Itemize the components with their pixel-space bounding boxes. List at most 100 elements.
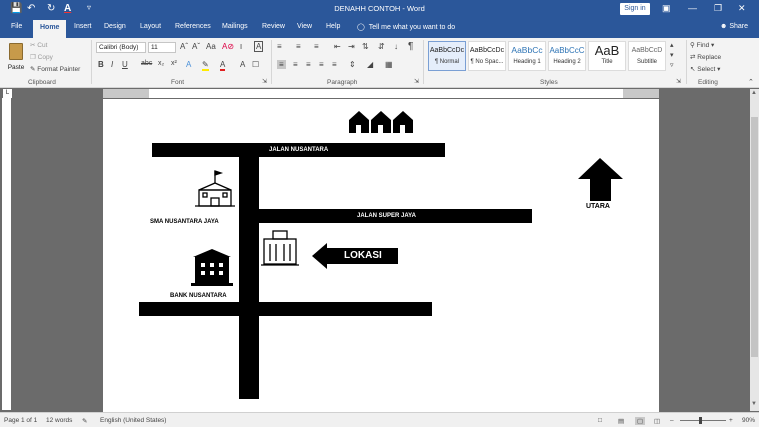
read-mode-icon[interactable]: ▤ <box>618 417 624 425</box>
collapse-ribbon-icon[interactable]: ⌃ <box>748 78 754 86</box>
style-normal[interactable]: AaBbCcDc ¶ Normal <box>428 41 466 71</box>
separator <box>686 40 687 84</box>
show-formatting-marks-icon[interactable]: ¶ <box>408 41 413 52</box>
ribbon-display-options-icon[interactable]: ▣ <box>662 3 671 14</box>
borders-icon[interactable]: ▦ <box>385 60 393 69</box>
align-left-icon[interactable]: ≡ <box>277 60 286 69</box>
zoom-in-button[interactable]: + <box>729 417 733 424</box>
horizontal-ruler[interactable] <box>103 89 659 98</box>
character-border-icon[interactable]: ☐ <box>252 60 259 69</box>
page-count[interactable]: Page 1 of 1 <box>4 417 37 424</box>
sign-in-button[interactable]: Sign in <box>620 3 650 15</box>
tab-selector-icon[interactable]: L <box>3 89 12 98</box>
decrease-indent-icon[interactable]: ⇤ <box>334 42 341 51</box>
increase-indent-icon[interactable]: ⇥ <box>348 42 355 51</box>
tab-review[interactable]: Review <box>262 23 285 30</box>
superscript-icon[interactable]: x² <box>171 60 177 67</box>
align-right-icon[interactable]: ≡ <box>306 60 311 69</box>
styles-scroll-up-icon[interactable]: ▴ <box>670 41 674 49</box>
paragraph-dialog-launcher-icon[interactable]: ⇲ <box>414 78 419 85</box>
chinese-layout-icon[interactable]: ⇅ <box>362 42 369 51</box>
sort-az-icon[interactable]: ↓ <box>394 42 398 51</box>
government-building-icon <box>261 230 299 266</box>
styles-scroll-down-icon[interactable]: ▾ <box>670 51 674 59</box>
enclose-characters-icon[interactable]: A <box>254 41 264 52</box>
tab-references[interactable]: References <box>175 23 211 30</box>
separator <box>91 40 92 84</box>
tab-home[interactable]: Home <box>33 20 67 38</box>
tab-insert[interactable]: Insert <box>74 23 92 30</box>
web-layout-icon[interactable]: ◫ <box>654 417 660 425</box>
styles-dialog-launcher-icon[interactable]: ⇲ <box>676 78 681 85</box>
zoom-out-button[interactable]: – <box>670 417 674 424</box>
road-label-super-jaya: JALAN SUPER JAYA <box>357 213 416 219</box>
language[interactable]: English (United States) <box>100 417 166 424</box>
cursor-icon: ↖ <box>690 66 696 73</box>
underline-icon[interactable]: U <box>122 60 128 69</box>
zoom-slider[interactable] <box>680 417 726 424</box>
font-dialog-launcher-icon[interactable]: ⇲ <box>262 78 267 85</box>
cut-button[interactable]: ✂ Cut <box>30 41 47 49</box>
share-button[interactable]: ☻ Share <box>720 23 748 30</box>
line-spacing-icon[interactable]: ⇕ <box>349 60 356 69</box>
numbering-icon[interactable]: ≡ <box>296 42 301 51</box>
replace-button[interactable]: ⇄ Replace <box>690 53 721 61</box>
tab-file[interactable]: File <box>11 23 22 30</box>
tab-design[interactable]: Design <box>104 23 126 30</box>
shrink-font-icon[interactable]: Aˇ <box>192 42 200 51</box>
scroll-down-icon[interactable]: ▼ <box>751 401 757 407</box>
format-painter-button[interactable]: ✎ Format Painter <box>30 65 80 73</box>
close-icon[interactable]: ✕ <box>738 3 746 14</box>
zoom-slider-thumb[interactable] <box>699 417 702 424</box>
scroll-thumb[interactable] <box>751 117 758 357</box>
restore-icon[interactable]: ❐ <box>714 3 722 14</box>
font-name-select[interactable]: Calibri (Body) <box>96 42 146 53</box>
vertical-ruler[interactable] <box>2 98 11 410</box>
scroll-up-icon[interactable]: ▲ <box>751 90 757 96</box>
tab-layout[interactable]: Layout <box>140 23 161 30</box>
select-button[interactable]: ↖ Select ▾ <box>690 65 720 73</box>
change-case-icon[interactable]: Aa <box>206 42 216 51</box>
align-center-icon[interactable]: ≡ <box>293 60 298 69</box>
italic-icon[interactable]: I <box>111 60 113 69</box>
document-page[interactable]: JALAN NUSANTARA JALAN SUPER JAYA SMA NUS… <box>103 99 659 412</box>
tab-view[interactable]: View <box>297 23 312 30</box>
clear-formatting-icon[interactable]: A⊘ <box>222 42 234 51</box>
copy-label: Copy <box>37 54 53 61</box>
font-size-select[interactable]: 11 <box>148 42 176 53</box>
print-layout-icon[interactable]: ▢ <box>635 417 646 425</box>
multilevel-list-icon[interactable]: ≡ <box>314 42 319 51</box>
distributed-icon[interactable]: ≡ <box>332 60 337 69</box>
style-subtitle[interactable]: AaBbCcD Subtitle <box>628 41 666 71</box>
tab-mailings[interactable]: Mailings <box>222 23 248 30</box>
subscript-icon[interactable]: x₂ <box>158 60 164 67</box>
paste-button[interactable]: Paste <box>6 42 26 76</box>
grow-font-icon[interactable]: Aˆ <box>180 42 188 51</box>
font-color-button-icon[interactable]: A <box>220 60 226 71</box>
tell-me-search[interactable]: ◯ Tell me what you want to do <box>357 23 455 31</box>
proofing-icon[interactable]: ✎ <box>82 417 87 425</box>
phonetic-guide-icon[interactable]: ו <box>240 42 242 51</box>
style-no-spacing[interactable]: AaBbCcDc ¶ No Spac... <box>468 41 506 71</box>
strikethrough-icon[interactable]: abc <box>141 60 152 67</box>
tab-help[interactable]: Help <box>326 23 340 30</box>
minimize-icon[interactable]: — <box>688 3 697 13</box>
styles-more-icon[interactable]: ▿ <box>670 61 674 69</box>
vertical-scrollbar[interactable]: ▲ ▼ <box>750 89 759 411</box>
bullets-icon[interactable]: ≡ <box>277 42 282 51</box>
sort-icon[interactable]: ⇵ <box>378 42 385 51</box>
copy-button[interactable]: ❐ Copy <box>30 53 53 61</box>
style-title[interactable]: AaB Title <box>588 41 626 71</box>
zoom-level[interactable]: 90% <box>742 417 755 424</box>
word-count[interactable]: 12 words <box>46 417 72 424</box>
focus-mode-icon[interactable]: □ <box>598 417 602 424</box>
style-heading-1[interactable]: AaBbCc Heading 1 <box>508 41 546 71</box>
find-button[interactable]: ⚲ Find ▾ <box>690 41 714 49</box>
character-shading-icon[interactable]: A <box>240 60 245 69</box>
shading-icon[interactable]: ◢ <box>367 60 373 69</box>
justify-icon[interactable]: ≡ <box>319 60 324 69</box>
highlight-icon[interactable]: ✎ <box>202 60 209 71</box>
style-heading-2[interactable]: AaBbCcC Heading 2 <box>548 41 586 71</box>
bold-icon[interactable]: B <box>98 60 104 69</box>
text-effects-icon[interactable]: A <box>186 60 191 69</box>
